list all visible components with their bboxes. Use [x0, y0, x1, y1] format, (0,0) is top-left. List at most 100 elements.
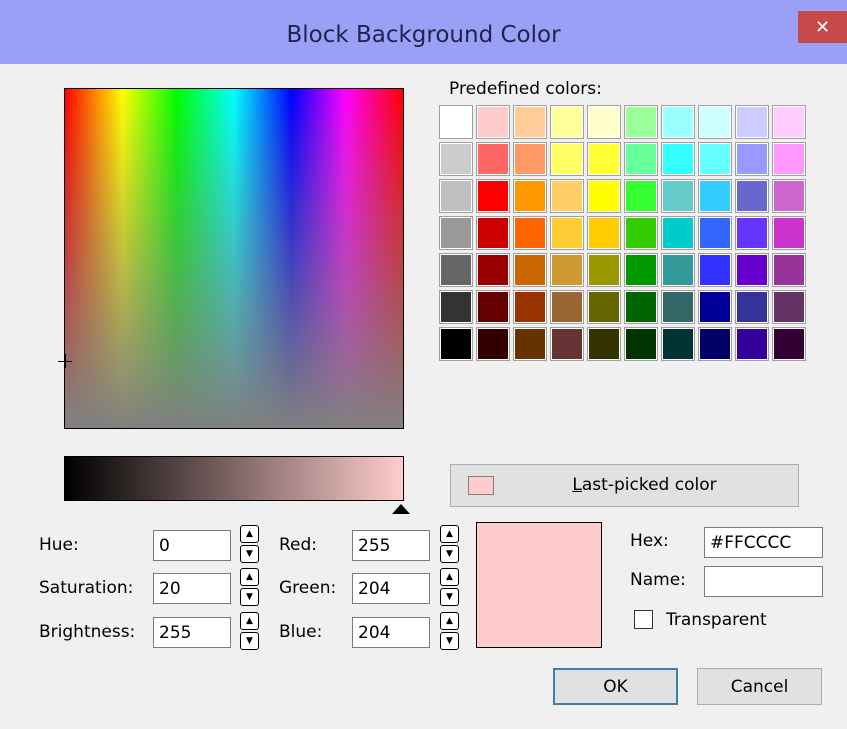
predefined-color-swatch[interactable] — [476, 327, 510, 361]
predefined-color-swatch[interactable] — [439, 105, 473, 139]
predefined-color-swatch[interactable] — [772, 327, 806, 361]
predefined-color-swatch[interactable] — [439, 290, 473, 324]
predefined-color-swatch[interactable] — [439, 216, 473, 250]
predefined-color-swatch[interactable] — [698, 290, 732, 324]
blue-spin-down-icon[interactable]: ▼ — [440, 632, 459, 650]
predefined-color-swatch[interactable] — [587, 253, 621, 287]
brightness-marker-icon[interactable] — [392, 504, 410, 514]
predefined-color-swatch[interactable] — [698, 216, 732, 250]
blue-input[interactable] — [352, 617, 430, 648]
predefined-color-swatch[interactable] — [698, 179, 732, 213]
predefined-color-swatch[interactable] — [772, 142, 806, 176]
predefined-color-swatch[interactable] — [698, 327, 732, 361]
predefined-color-swatch[interactable] — [624, 216, 658, 250]
predefined-color-swatch[interactable] — [587, 179, 621, 213]
predefined-color-swatch[interactable] — [735, 179, 769, 213]
predefined-color-swatch[interactable] — [735, 105, 769, 139]
saturation-spin-down-icon[interactable]: ▼ — [240, 588, 259, 606]
predefined-color-swatch[interactable] — [661, 105, 695, 139]
predefined-color-swatch[interactable] — [735, 327, 769, 361]
brightness-spin-up-icon[interactable]: ▲ — [240, 612, 259, 630]
hex-input[interactable] — [704, 527, 823, 558]
predefined-color-swatch[interactable] — [661, 216, 695, 250]
predefined-color-swatch[interactable] — [476, 216, 510, 250]
transparent-checkbox[interactable] — [634, 610, 653, 629]
predefined-color-swatch[interactable] — [550, 327, 584, 361]
predefined-color-swatch[interactable] — [513, 179, 547, 213]
predefined-color-swatch[interactable] — [772, 216, 806, 250]
hue-input[interactable] — [153, 530, 231, 561]
predefined-color-swatch[interactable] — [735, 290, 769, 324]
predefined-color-swatch[interactable] — [698, 142, 732, 176]
brightness-spinner[interactable]: ▲ ▼ — [240, 612, 259, 650]
predefined-color-swatch[interactable] — [476, 290, 510, 324]
predefined-color-swatch[interactable] — [661, 142, 695, 176]
predefined-color-swatch[interactable] — [624, 327, 658, 361]
predefined-color-swatch[interactable] — [550, 105, 584, 139]
predefined-color-swatch[interactable] — [550, 142, 584, 176]
brightness-spin-down-icon[interactable]: ▼ — [240, 632, 259, 650]
red-spin-up-icon[interactable]: ▲ — [440, 525, 459, 543]
blue-spinner[interactable]: ▲ ▼ — [440, 612, 459, 650]
predefined-color-swatch[interactable] — [587, 290, 621, 324]
red-spinner[interactable]: ▲ ▼ — [440, 525, 459, 563]
predefined-color-swatch[interactable] — [550, 216, 584, 250]
predefined-color-swatch[interactable] — [772, 253, 806, 287]
brightness-input[interactable] — [153, 617, 231, 648]
predefined-color-swatch[interactable] — [439, 179, 473, 213]
predefined-color-swatch[interactable] — [513, 253, 547, 287]
predefined-color-swatch[interactable] — [439, 327, 473, 361]
predefined-color-swatch[interactable] — [624, 142, 658, 176]
predefined-color-swatch[interactable] — [772, 290, 806, 324]
predefined-color-swatch[interactable] — [550, 253, 584, 287]
predefined-color-swatch[interactable] — [772, 105, 806, 139]
predefined-color-swatch[interactable] — [698, 253, 732, 287]
predefined-color-swatch[interactable] — [624, 105, 658, 139]
predefined-color-swatch[interactable] — [513, 216, 547, 250]
green-input[interactable] — [352, 573, 430, 604]
green-spin-up-icon[interactable]: ▲ — [440, 568, 459, 586]
predefined-color-swatch[interactable] — [624, 253, 658, 287]
name-input[interactable] — [704, 566, 823, 597]
predefined-color-swatch[interactable] — [550, 290, 584, 324]
predefined-color-swatch[interactable] — [624, 290, 658, 324]
predefined-color-swatch[interactable] — [772, 179, 806, 213]
saturation-spinner[interactable]: ▲ ▼ — [240, 568, 259, 606]
predefined-color-swatch[interactable] — [439, 142, 473, 176]
close-button[interactable]: ✕ — [798, 11, 847, 43]
saturation-spin-up-icon[interactable]: ▲ — [240, 568, 259, 586]
predefined-color-swatch[interactable] — [513, 327, 547, 361]
red-input[interactable] — [352, 530, 430, 561]
ok-button[interactable]: OK — [553, 668, 678, 705]
green-spinner[interactable]: ▲ ▼ — [440, 568, 459, 606]
saturation-input[interactable] — [153, 573, 231, 604]
brightness-slider[interactable] — [64, 456, 404, 501]
predefined-color-swatch[interactable] — [735, 253, 769, 287]
predefined-color-swatch[interactable] — [476, 105, 510, 139]
green-spin-down-icon[interactable]: ▼ — [440, 588, 459, 606]
predefined-color-swatch[interactable] — [661, 253, 695, 287]
cancel-button[interactable]: Cancel — [697, 668, 822, 705]
last-picked-color-button[interactable]: Last-picked color — [450, 464, 799, 507]
predefined-color-swatch[interactable] — [698, 105, 732, 139]
color-spectrum[interactable] — [64, 88, 404, 429]
red-spin-down-icon[interactable]: ▼ — [440, 545, 459, 563]
hue-spinner[interactable]: ▲ ▼ — [240, 525, 259, 563]
predefined-color-swatch[interactable] — [661, 290, 695, 324]
predefined-color-swatch[interactable] — [513, 290, 547, 324]
predefined-color-swatch[interactable] — [587, 142, 621, 176]
predefined-color-swatch[interactable] — [661, 179, 695, 213]
predefined-color-swatch[interactable] — [735, 142, 769, 176]
predefined-color-swatch[interactable] — [476, 179, 510, 213]
hue-spin-up-icon[interactable]: ▲ — [240, 525, 259, 543]
predefined-color-swatch[interactable] — [476, 142, 510, 176]
predefined-color-swatch[interactable] — [513, 105, 547, 139]
predefined-color-swatch[interactable] — [587, 105, 621, 139]
predefined-color-swatch[interactable] — [661, 327, 695, 361]
predefined-color-swatch[interactable] — [476, 253, 510, 287]
predefined-color-swatch[interactable] — [624, 179, 658, 213]
predefined-color-swatch[interactable] — [439, 253, 473, 287]
predefined-color-swatch[interactable] — [735, 216, 769, 250]
predefined-color-swatch[interactable] — [513, 142, 547, 176]
predefined-color-swatch[interactable] — [587, 216, 621, 250]
